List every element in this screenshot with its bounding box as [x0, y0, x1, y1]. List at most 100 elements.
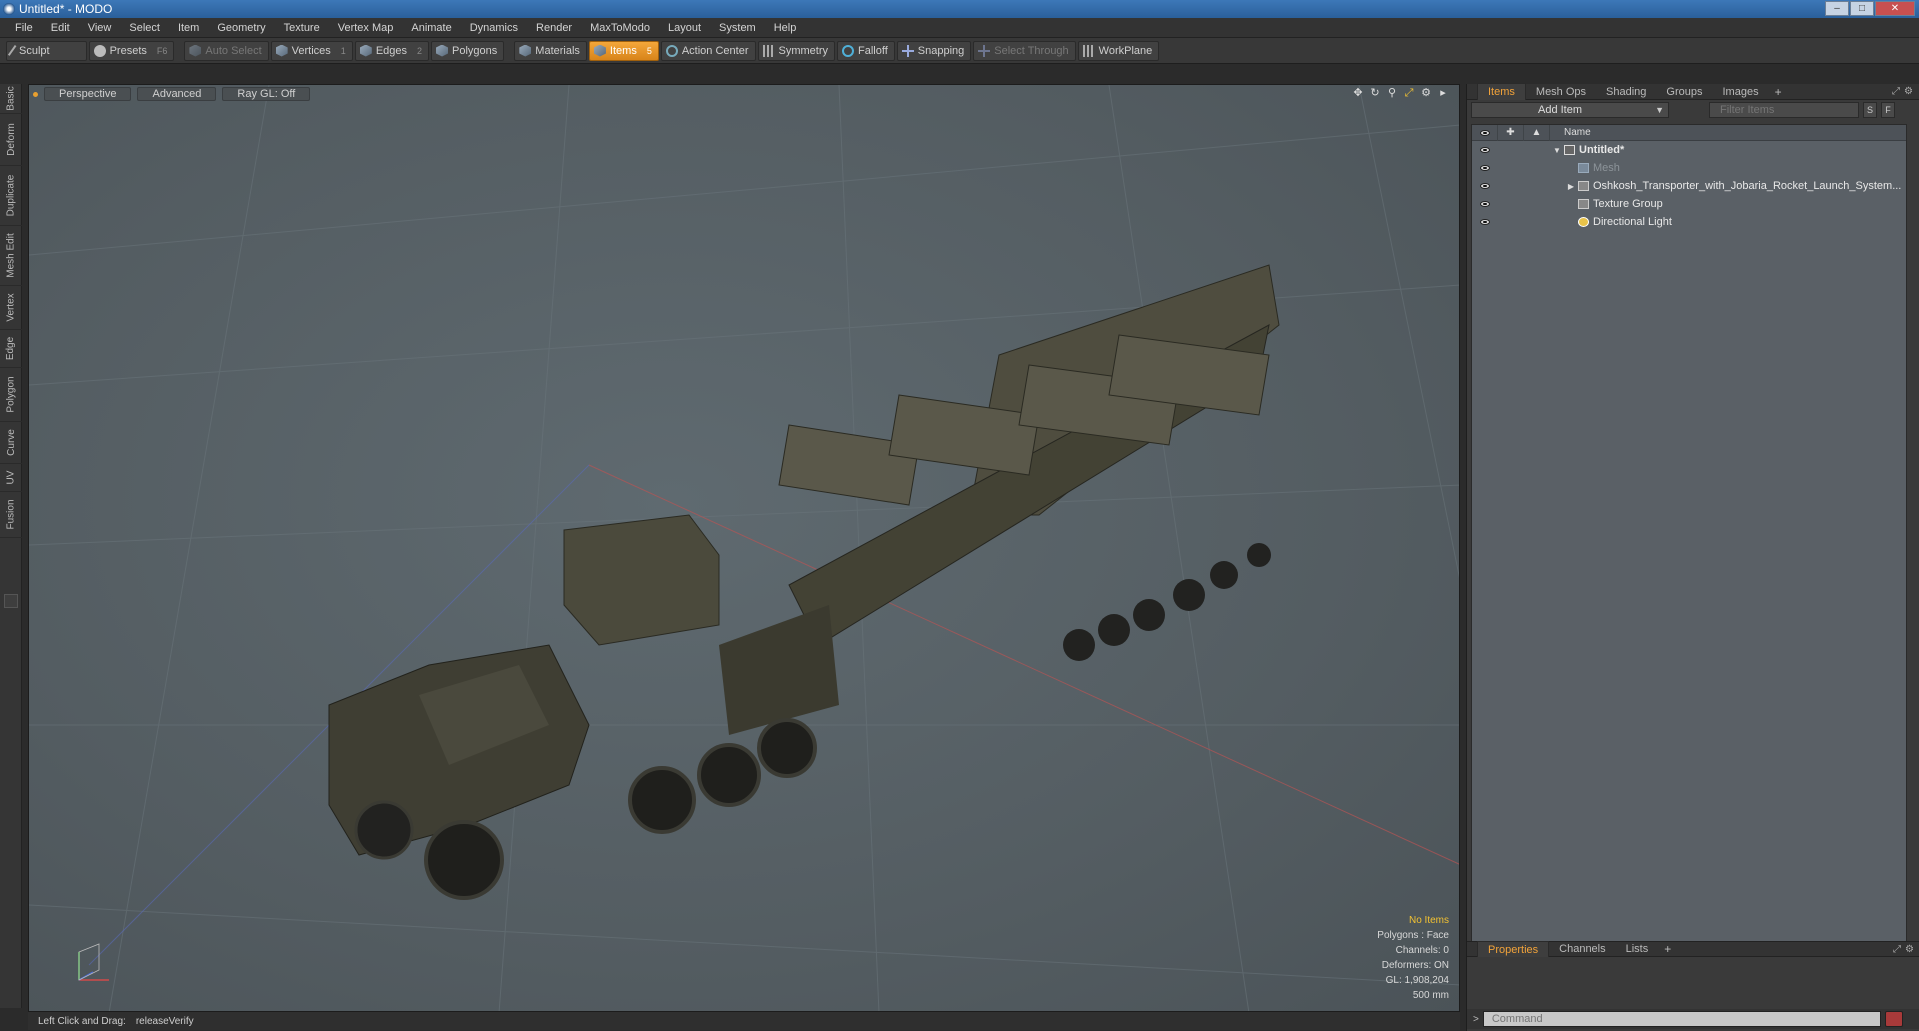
selection-stat: No Items	[1408, 915, 1449, 926]
tab-images[interactable]: Images	[1713, 84, 1769, 100]
tree-row-truck[interactable]: ▶ Oshkosh_Transporter_with_Jobaria_Rocke…	[1472, 177, 1906, 195]
edges-button[interactable]: Edges 2	[354, 40, 430, 61]
menu-system[interactable]: System	[710, 18, 765, 38]
palette-toggle-button[interactable]	[4, 594, 18, 608]
tab-basic-label: Basic	[5, 86, 17, 111]
add-tab-icon[interactable]: +	[1658, 942, 1677, 956]
collapse-arrow-icon[interactable]: ▼	[1550, 146, 1564, 155]
visibility-toggle[interactable]	[1472, 147, 1498, 153]
action-center-label: Action Center	[681, 44, 749, 57]
tab-basic[interactable]: Basic	[0, 84, 22, 114]
polygons-button[interactable]: Polygons	[431, 40, 505, 61]
workplane-button[interactable]: WorkPlane	[1077, 40, 1160, 61]
pan-icon[interactable]: ✥	[1352, 87, 1364, 99]
vertices-button[interactable]: Vertices 1	[270, 40, 353, 61]
expand-arrow-icon[interactable]: ▸	[1437, 87, 1449, 99]
menu-view[interactable]: View	[79, 18, 121, 38]
filter-items-input[interactable]	[1709, 102, 1859, 118]
maximize-button[interactable]: □	[1850, 1, 1874, 16]
tab-shading[interactable]: Shading	[1596, 84, 1656, 100]
polygons-label: Polygons	[452, 44, 498, 57]
view-type-dropdown[interactable]: Perspective	[44, 87, 132, 101]
tab-edge-label: Edge	[5, 336, 17, 361]
stop-command-button[interactable]	[1884, 1011, 1903, 1027]
zoom-icon[interactable]: ⚲	[1386, 87, 1398, 99]
fit-icon[interactable]: ⤢	[1403, 87, 1415, 99]
snapping-button[interactable]: Snapping	[896, 40, 972, 61]
tab-mesh-ops[interactable]: Mesh Ops	[1526, 84, 1596, 100]
select-through-button[interactable]: Select Through	[973, 40, 1076, 61]
render-column-header[interactable]: ▲	[1524, 124, 1550, 141]
raygl-toggle[interactable]: Ray GL: Off	[222, 87, 311, 101]
close-button[interactable]: ✕	[1875, 1, 1915, 16]
menu-maxtomodo[interactable]: MaxToModo	[581, 18, 659, 38]
presets-shortcut: F6	[156, 45, 168, 56]
visibility-column-header[interactable]	[1472, 124, 1498, 141]
s-filter-button[interactable]: S	[1863, 102, 1877, 118]
panel-gear-icon[interactable]: ⚙	[1905, 944, 1914, 955]
expand-arrow-icon[interactable]: ▶	[1564, 182, 1578, 191]
tree-row-scene[interactable]: ▼ Untitled*	[1472, 141, 1906, 159]
tab-uv[interactable]: UV	[0, 464, 22, 492]
menu-file[interactable]: File	[6, 18, 42, 38]
menu-item[interactable]: Item	[169, 18, 208, 38]
menu-help[interactable]: Help	[765, 18, 806, 38]
menu-select[interactable]: Select	[120, 18, 169, 38]
falloff-button[interactable]: Falloff	[837, 40, 895, 61]
tree-row-texture-group[interactable]: Texture Group	[1472, 195, 1906, 213]
tree-row-mesh[interactable]: Mesh	[1472, 159, 1906, 177]
tree-label: Oshkosh_Transporter_with_Jobaria_Rocket_…	[1593, 180, 1902, 192]
tree-label: Texture Group	[1593, 198, 1663, 210]
presets-button[interactable]: Presets F6	[88, 40, 175, 61]
tree-row-light[interactable]: Directional Light	[1472, 213, 1906, 231]
rotate-icon[interactable]: ↻	[1369, 87, 1381, 99]
menu-dynamics[interactable]: Dynamics	[461, 18, 527, 38]
maximize-panel-icon[interactable]: ⤢	[1893, 944, 1901, 955]
add-tab-icon[interactable]: +	[1769, 85, 1788, 99]
tab-deform[interactable]: Deform	[0, 114, 22, 166]
deformers-stat: Deformers: ON	[1381, 960, 1449, 971]
menu-edit[interactable]: Edit	[42, 18, 79, 38]
f-filter-button[interactable]: F	[1881, 102, 1895, 118]
viewport-options-icon[interactable]	[33, 91, 38, 97]
action-center-button[interactable]: Action Center	[660, 40, 756, 61]
menu-layout[interactable]: Layout	[659, 18, 710, 38]
tab-vertex[interactable]: Vertex	[0, 286, 22, 330]
add-item-dropdown[interactable]: Add Item ▼	[1471, 102, 1669, 118]
maximize-panel-icon[interactable]: ⤢	[1892, 86, 1900, 97]
shading-mode-dropdown[interactable]: Advanced	[137, 87, 217, 101]
symmetry-label: Symmetry	[778, 44, 829, 57]
menu-animate[interactable]: Animate	[402, 18, 460, 38]
tab-groups[interactable]: Groups	[1656, 84, 1712, 100]
minimize-button[interactable]: –	[1825, 1, 1849, 16]
menu-render[interactable]: Render	[527, 18, 581, 38]
lock-column-header[interactable]: ✚	[1498, 124, 1524, 141]
items-button[interactable]: Items 5	[588, 40, 659, 61]
menu-geometry[interactable]: Geometry	[208, 18, 274, 38]
tab-items[interactable]: Items	[1477, 83, 1526, 100]
visibility-toggle[interactable]	[1472, 183, 1498, 189]
visibility-toggle[interactable]	[1472, 201, 1498, 207]
visibility-toggle[interactable]	[1472, 165, 1498, 171]
tab-duplicate[interactable]: Duplicate	[0, 166, 22, 226]
symmetry-button[interactable]: Symmetry	[757, 40, 835, 61]
3d-viewport[interactable]: Perspective Advanced Ray GL: Off ✥ ↻ ⚲ ⤢…	[28, 84, 1460, 1012]
menu-vertex-map[interactable]: Vertex Map	[329, 18, 403, 38]
auto-select-button[interactable]: Auto Select	[184, 40, 269, 61]
tab-properties[interactable]: Properties	[1477, 940, 1550, 958]
tab-polygon[interactable]: Polygon	[0, 368, 22, 422]
tab-channels[interactable]: Channels	[1549, 941, 1615, 957]
tab-curve[interactable]: Curve	[0, 422, 22, 464]
command-input[interactable]	[1482, 1011, 1881, 1027]
tab-mesh-edit[interactable]: Mesh Edit	[0, 226, 22, 286]
tab-lists[interactable]: Lists	[1616, 941, 1659, 957]
gear-icon[interactable]: ⚙	[1420, 87, 1432, 99]
panel-gear-icon[interactable]: ⚙	[1904, 86, 1913, 97]
tab-fusion[interactable]: Fusion	[0, 492, 22, 538]
sculpt-button[interactable]: Sculpt	[6, 40, 87, 61]
materials-button[interactable]: Materials	[514, 40, 587, 61]
menu-texture[interactable]: Texture	[275, 18, 329, 38]
tab-edge[interactable]: Edge	[0, 330, 22, 368]
visibility-toggle[interactable]	[1472, 219, 1498, 225]
name-column-header[interactable]: Name	[1550, 127, 1591, 138]
